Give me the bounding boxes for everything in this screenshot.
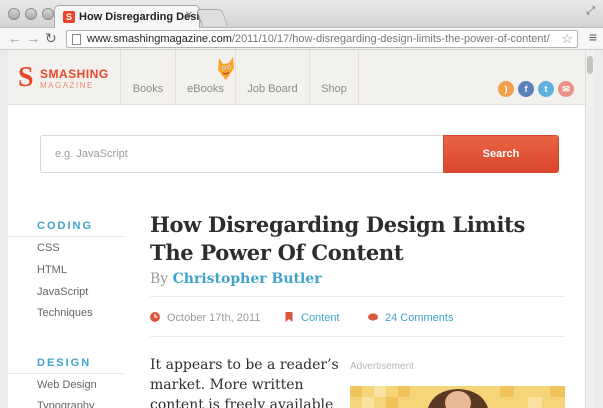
email-icon[interactable]: ✉	[558, 81, 574, 97]
nav-shop[interactable]: Shop	[309, 50, 359, 105]
sidebar-link-javascript[interactable]: JavaScript	[37, 286, 88, 298]
sidebar-link-css[interactable]: CSS	[37, 242, 60, 254]
sidebar-divider	[8, 236, 124, 237]
smashing-logo[interactable]: S SMASHING MAGAZINE	[18, 64, 122, 94]
twitter-icon[interactable]: t	[538, 81, 554, 97]
sidebar-link-techniques[interactable]: Techniques	[37, 307, 93, 319]
sidebar-link-html[interactable]: HTML	[37, 264, 67, 276]
comment-icon	[368, 313, 378, 321]
meta-divider	[150, 336, 565, 337]
clock-icon	[150, 312, 160, 322]
scrollbar-thumb[interactable]	[587, 56, 593, 74]
rss-icon[interactable]: )	[498, 81, 514, 97]
reload-icon[interactable]: ↻	[45, 30, 57, 47]
bookmark-icon	[285, 312, 293, 322]
logo-text-magazine: MAGAZINE	[40, 81, 94, 90]
sidebar-divider	[8, 373, 124, 374]
article-title: How Disregarding Design Limits The Power…	[150, 212, 526, 265]
advertisement-label: Advertisement	[350, 361, 414, 372]
zoom-window-button[interactable]	[42, 8, 54, 20]
nav-job-board[interactable]: Job Board	[235, 50, 309, 105]
search-input[interactable]	[40, 135, 444, 173]
site-header: S SMASHING MAGAZINE Books eBooks Job Boa…	[8, 50, 594, 105]
page-scrollbar[interactable]	[585, 50, 594, 408]
sidebar-link-typography[interactable]: Typography	[37, 400, 94, 408]
browser-toolbar: ← → ↻ www.smashingmagazine.com/2011/10/1…	[0, 28, 603, 50]
site-search: Search	[40, 135, 559, 173]
article-category[interactable]: Content	[284, 312, 340, 324]
article-comments[interactable]: 24 Comments	[368, 312, 453, 324]
facebook-icon[interactable]: f	[518, 81, 534, 97]
smashing-favicon-icon: S	[63, 11, 75, 23]
cat-mascot-icon	[218, 57, 234, 80]
bookmark-star-icon[interactable]: ☆	[561, 31, 573, 47]
new-tab-button[interactable]	[195, 9, 229, 26]
tab-close-icon[interactable]: ✕	[185, 10, 193, 21]
author-link[interactable]: Christopher Butler	[173, 271, 322, 287]
article-intro: It appears to be a reader’s market. More…	[150, 357, 339, 408]
sidebar-heading-design: DESIGN	[37, 357, 92, 369]
browser-tab[interactable]: S How Disregarding Design ✕	[54, 5, 213, 28]
article-byline: By Christopher Butler	[150, 271, 322, 287]
search-button[interactable]: Search	[443, 135, 559, 173]
web-page: S SMASHING MAGAZINE Books eBooks Job Boa…	[8, 50, 594, 408]
logo-text-smashing: SMASHING	[40, 67, 109, 81]
close-window-button[interactable]	[8, 8, 20, 20]
article-date: October 17th, 2011	[150, 312, 260, 324]
address-bar[interactable]: www.smashingmagazine.com/2011/10/17/how-…	[66, 30, 578, 48]
meta-divider	[150, 296, 565, 297]
page-icon	[72, 34, 81, 45]
advertisement-image[interactable]	[350, 386, 565, 408]
byline-prefix: By	[150, 271, 169, 287]
nav-books[interactable]: Books	[120, 50, 175, 105]
fullscreen-icon[interactable]: ⤢	[586, 5, 595, 18]
browser-menu-icon[interactable]: ≡	[589, 29, 597, 45]
smashing-s-icon: S	[18, 62, 34, 93]
back-arrow-icon[interactable]: ←	[8, 30, 22, 46]
sidebar-heading-coding: CODING	[37, 220, 93, 232]
minimize-window-button[interactable]	[25, 8, 37, 20]
sidebar-link-web-design[interactable]: Web Design	[37, 379, 97, 391]
browser-titlebar: S How Disregarding Design ✕ ⤢	[0, 0, 603, 28]
page-viewport: S SMASHING MAGAZINE Books eBooks Job Boa…	[0, 50, 603, 408]
url-text: www.smashingmagazine.com/2011/10/17/how-…	[87, 33, 550, 45]
forward-arrow-icon[interactable]: →	[26, 30, 40, 46]
